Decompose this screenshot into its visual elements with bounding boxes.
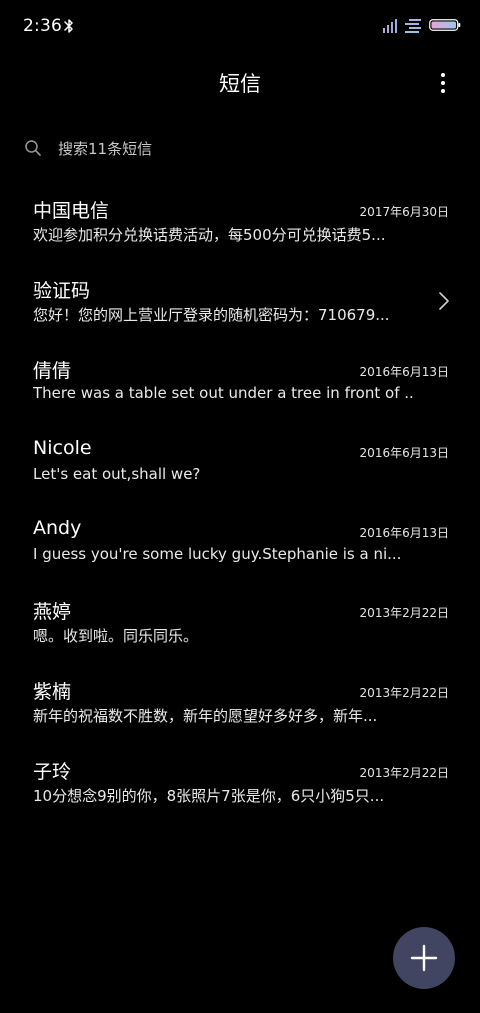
search-placeholder: 搜索11条短信 <box>58 140 153 158</box>
battery-icon <box>429 19 461 31</box>
conversation-name: 中国电信 <box>33 200 110 222</box>
conversation-date: 2013年2月22日 <box>359 605 449 620</box>
conversation-name: 燕婷 <box>33 600 72 623</box>
conversation-item[interactable]: Nicole 2016年6月13日 Let's eat out,shall we… <box>0 427 480 507</box>
conversation-list: 中国电信 2017年6月30日 欢迎参加积分兑换话费活动，每500分可兑换话费5… <box>0 186 480 828</box>
conversation-item[interactable]: Andy 2016年6月13日 I guess you're some luck… <box>0 507 480 587</box>
new-message-button[interactable] <box>393 927 455 989</box>
conversation-name: 倩倩 <box>33 360 72 383</box>
conversation-preview: There was a table set out under a tree i… <box>33 384 413 403</box>
conversation-item[interactable]: 倩倩 2016年6月13日 There was a table set out … <box>0 346 480 426</box>
conversation-preview: Let's eat out,shall we? <box>33 464 201 483</box>
conversation-name: 紫楠 <box>33 681 72 704</box>
conversation-name: 子玲 <box>33 761 72 784</box>
signal-icon <box>383 19 397 33</box>
conversation-preview: 欢迎参加积分兑换话费活动，每500分可兑换话费5... <box>33 226 386 244</box>
conversation-preview: 嗯。收到啦。同乐同乐。 <box>33 626 199 645</box>
bluetooth-icon <box>64 19 73 33</box>
plus-icon <box>410 944 438 972</box>
status-bar: 2:36 <box>0 0 480 52</box>
conversation-item[interactable]: 验证码 您好！您的网上营业厅登录的随机密码为：710679... <box>0 266 480 346</box>
conversation-date: 2016年6月13日 <box>359 365 449 380</box>
conversation-preview: I guess you're some lucky guy.Stephanie … <box>33 544 402 563</box>
conversation-name: Andy <box>33 516 82 539</box>
conversation-date: 2016年6月13日 <box>359 445 449 460</box>
search-bar[interactable]: 搜索11条短信 <box>20 130 460 168</box>
conversation-preview: 10分想念9别的你，8张照片7张是你，6只小狗5只... <box>33 787 385 806</box>
conversation-date: 2017年6月30日 <box>359 205 449 219</box>
conversation-preview: 新年的祝福数不胜数，新年的愿望好多好多，新年... <box>33 707 378 726</box>
conversation-name: 验证码 <box>33 280 91 303</box>
more-vertical-icon[interactable] <box>432 70 454 96</box>
conversation-date: 2013年2月22日 <box>359 686 449 701</box>
conversation-item[interactable]: 中国电信 2017年6月30日 欢迎参加积分兑换话费活动，每500分可兑换话费5… <box>0 186 480 266</box>
conversation-preview: 您好！您的网上营业厅登录的随机密码为：710679... <box>33 306 390 325</box>
status-time: 2:36 <box>23 16 62 36</box>
conversation-item[interactable]: 燕婷 2013年2月22日 嗯。收到啦。同乐同乐。 <box>0 587 480 667</box>
page-title: 短信 <box>219 72 261 96</box>
conversation-date: 2016年6月13日 <box>359 525 449 540</box>
conversation-item[interactable]: 子玲 2013年2月22日 10分想念9别的你，8张照片7张是你，6只小狗5只.… <box>0 747 480 827</box>
conversation-date: 2013年2月22日 <box>359 766 449 781</box>
data-icon <box>405 19 421 33</box>
conversation-name: Nicole <box>33 436 92 459</box>
conversation-item[interactable]: 紫楠 2013年2月22日 新年的祝福数不胜数，新年的愿望好多好多，新年... <box>0 667 480 747</box>
chevron-right-icon <box>439 292 449 310</box>
search-icon <box>25 140 41 156</box>
